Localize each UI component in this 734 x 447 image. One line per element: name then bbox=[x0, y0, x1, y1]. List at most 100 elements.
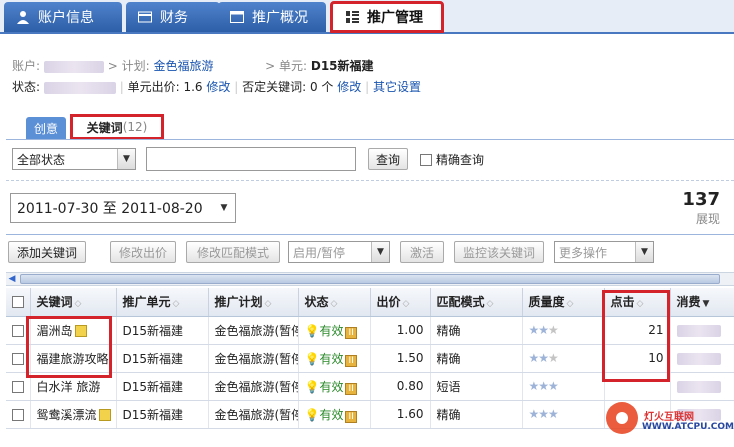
monitor-label: 监控该关键词 bbox=[462, 245, 535, 260]
sort-icon: ◇ bbox=[402, 299, 410, 310]
header-keyword[interactable]: 关键词 ◇ bbox=[30, 288, 117, 317]
impressions-label: 展现 bbox=[695, 212, 720, 226]
redacted-cost bbox=[676, 352, 721, 365]
scrollbar-thumb[interactable] bbox=[20, 274, 720, 284]
chevron-down-icon: ▼ bbox=[371, 242, 389, 262]
star-icon: ★ bbox=[538, 407, 549, 421]
plan-link[interactable]: 金色福旅游 bbox=[153, 59, 213, 73]
status-cell: 💡有效 II bbox=[298, 400, 371, 429]
select-all-checkbox[interactable] bbox=[12, 296, 24, 309]
date-range-value: 2011-07-30 至 2011-08-20 bbox=[17, 201, 203, 217]
activate-label: 激活 bbox=[409, 245, 434, 260]
row-checkbox[interactable] bbox=[12, 408, 24, 421]
pause-icon[interactable]: II bbox=[345, 382, 357, 395]
subtab-creative[interactable]: 创意 bbox=[26, 117, 66, 139]
pause-icon[interactable]: II bbox=[345, 326, 357, 339]
bid-cell: 0.80 bbox=[370, 372, 431, 401]
card-icon bbox=[138, 10, 152, 24]
star-icon: ★ bbox=[538, 379, 549, 393]
horizontal-scrollbar[interactable]: ◀ bbox=[6, 272, 734, 286]
breadcrumb: 账户: > 计划: 金色福旅游 > 单元: D15新福建 bbox=[12, 57, 374, 74]
highlight-box-clicks bbox=[602, 290, 670, 382]
row-checkbox[interactable] bbox=[12, 380, 24, 393]
add-keyword-button[interactable]: 添加关键词 bbox=[8, 241, 86, 263]
plan-cell: 金色福旅游(暂停) bbox=[208, 316, 299, 345]
quality-cell: ★★★ bbox=[522, 344, 605, 373]
tab-overview[interactable]: 推广概况 bbox=[218, 2, 326, 32]
edit-negative-link[interactable]: 修改 bbox=[337, 80, 361, 94]
date-divider bbox=[6, 234, 734, 235]
star-icon: ★ bbox=[528, 379, 540, 393]
status-label: 状态: bbox=[12, 80, 41, 94]
enable-pause-label: 启用/暂停 bbox=[293, 245, 346, 260]
status-cell: 💡有效 II bbox=[298, 372, 371, 401]
bid-label: 单元出价: bbox=[127, 80, 180, 94]
more-actions-label: 更多操作 bbox=[559, 245, 608, 260]
header-unit[interactable]: 推广单元 ◇ bbox=[116, 288, 209, 317]
enable-pause-select[interactable]: 启用/暂停 ▼ bbox=[288, 241, 390, 263]
subtab-label: 关键词 bbox=[86, 120, 123, 135]
quality-cell: ★★★ bbox=[522, 400, 605, 429]
redacted-cost bbox=[676, 324, 721, 337]
bulb-icon: 💡 bbox=[304, 379, 320, 394]
star-icon: ★ bbox=[538, 323, 549, 337]
bulb-icon: 💡 bbox=[304, 351, 320, 366]
monitor-keyword-button[interactable]: 监控该关键词 bbox=[454, 241, 544, 263]
tab-promotion-management[interactable]: 推广管理 bbox=[330, 1, 444, 33]
other-settings-link[interactable]: 其它设置 bbox=[373, 80, 421, 94]
exact-search-checkbox[interactable] bbox=[420, 153, 432, 166]
plan-label: > 计划: bbox=[107, 59, 150, 73]
activate-button[interactable]: 激活 bbox=[400, 241, 444, 263]
chevron-down-icon: ▼ bbox=[213, 194, 235, 222]
edit-bid-button[interactable]: 修改出价 bbox=[110, 241, 176, 263]
note-icon[interactable] bbox=[98, 409, 111, 421]
date-range-select[interactable]: 2011-07-30 至 2011-08-20 ▼ bbox=[10, 193, 236, 223]
cost-cell bbox=[670, 344, 734, 373]
chevron-down-icon: ▼ bbox=[635, 242, 653, 262]
sort-icon: ◇ bbox=[172, 299, 180, 310]
tab-label: 财务 bbox=[160, 10, 188, 26]
row-checkbox[interactable] bbox=[12, 352, 24, 365]
tab-label: 推广概况 bbox=[252, 10, 308, 26]
header-quality[interactable]: 质量度 ◇ bbox=[522, 288, 605, 317]
tab-account-info[interactable]: 账户信息 bbox=[4, 2, 122, 32]
subtab-keywords[interactable]: 关键词 (12) bbox=[70, 114, 164, 140]
pause-icon[interactable]: II bbox=[345, 354, 357, 367]
row-select-cell bbox=[6, 400, 31, 429]
header-plan[interactable]: 推广计划 ◇ bbox=[208, 288, 299, 317]
scroll-left-icon[interactable]: ◀ bbox=[6, 273, 18, 285]
account-label: 账户: bbox=[12, 59, 41, 73]
redacted-account bbox=[43, 60, 104, 73]
tab-finance[interactable]: 财务 bbox=[126, 2, 220, 32]
sort-icon: ◇ bbox=[264, 299, 272, 310]
impressions-value: 137 bbox=[682, 189, 720, 210]
quality-cell: ★★★ bbox=[522, 372, 605, 401]
exact-search-option: 精确查询 bbox=[420, 151, 484, 168]
redacted-status bbox=[43, 81, 116, 94]
pause-icon[interactable]: II bbox=[345, 410, 357, 423]
edit-bid-link[interactable]: 修改 bbox=[206, 80, 230, 94]
top-nav: 账户信息 财务 推广概况 推广管理 bbox=[0, 0, 734, 34]
edit-match-mode-button[interactable]: 修改匹配模式 bbox=[186, 241, 280, 263]
header-cost[interactable]: 消费 ▼ bbox=[670, 288, 734, 317]
unit-name: D15新福建 bbox=[310, 59, 374, 73]
keyword-search-input[interactable] bbox=[146, 147, 356, 171]
bid-cell: 1.50 bbox=[370, 344, 431, 373]
bulb-icon: 💡 bbox=[304, 407, 320, 422]
bid-cell: 1.60 bbox=[370, 400, 431, 429]
status-filter-select[interactable]: 全部状态 ▼ bbox=[12, 148, 136, 170]
header-status[interactable]: 状态 ◇ bbox=[298, 288, 371, 317]
subtab-label: 创意 bbox=[33, 121, 58, 136]
edit-match-label: 修改匹配模式 bbox=[196, 245, 269, 260]
search-button[interactable]: 查询 bbox=[368, 148, 408, 170]
header-match[interactable]: 匹配模式 ◇ bbox=[430, 288, 523, 317]
sort-icon: ◇ bbox=[330, 299, 338, 310]
match-cell: 精确 bbox=[430, 400, 523, 429]
cost-cell bbox=[670, 316, 734, 345]
more-actions-select[interactable]: 更多操作 ▼ bbox=[554, 241, 654, 263]
header-bid[interactable]: 出价 ◇ bbox=[370, 288, 431, 317]
sort-desc-icon: ▼ bbox=[702, 299, 710, 310]
star-icon: ★ bbox=[528, 407, 540, 421]
row-checkbox[interactable] bbox=[12, 324, 24, 337]
unit-cell: D15新福建 bbox=[116, 316, 209, 345]
